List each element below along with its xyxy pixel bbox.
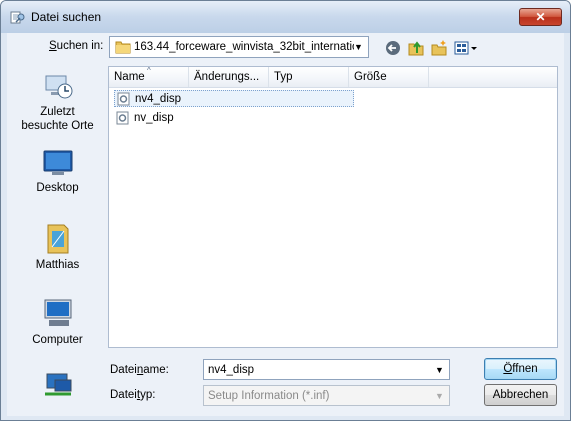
place-desktop-label: Desktop <box>36 182 79 194</box>
user-folder-icon <box>47 224 68 254</box>
place-recent-label-1: Zuletzt <box>40 106 75 118</box>
filetype-select[interactable]: Setup Information (*.inf) ▼ <box>203 385 450 406</box>
file-name: nv4_disp <box>135 93 182 105</box>
look-in-value: 163.44_forceware_winvista_32bit_internat… <box>134 41 354 53</box>
filename-field[interactable]: nv4_disp ▼ <box>203 359 450 380</box>
recent-places-icon <box>45 75 72 99</box>
file-open-dialog: Datei suchen ✕ Suchen in: 163.44_forcewa… <box>0 0 571 421</box>
chevron-down-icon[interactable]: ▼ <box>433 362 446 378</box>
column-modified[interactable]: Änderungs... <box>189 67 269 87</box>
places-bar: Zuletzt besuchte Orte Desktop Matthias C… <box>7 66 108 416</box>
cancel-button[interactable]: Abbrechen <box>484 384 557 406</box>
place-computer-label: Computer <box>32 334 83 346</box>
open-button[interactable]: Öffnen <box>484 358 557 380</box>
network-icon <box>44 373 71 396</box>
close-button[interactable]: ✕ <box>519 8 562 26</box>
back-arrow-icon[interactable] <box>384 39 402 57</box>
chevron-down-icon[interactable]: ▼ <box>352 39 365 55</box>
file-list[interactable]: ^ Name Änderungs... Typ Größe nv4_disp n… <box>108 66 558 348</box>
column-header: ^ Name Änderungs... Typ Größe <box>109 67 557 88</box>
place-user-label: Matthias <box>35 259 80 271</box>
chevron-down-icon[interactable]: ▼ <box>433 388 446 404</box>
title-bar[interactable]: Datei suchen ✕ <box>1 1 570 33</box>
setup-file-icon <box>117 92 130 106</box>
place-desktop[interactable]: Desktop <box>7 148 108 195</box>
computer-icon <box>44 299 71 326</box>
filetype-label: Dateityp: <box>110 389 156 401</box>
look-in-combo[interactable]: 163.44_forceware_winvista_32bit_internat… <box>109 36 369 58</box>
place-network[interactable] <box>7 370 108 405</box>
look-in-label: Suchen in: <box>49 40 104 52</box>
folder-icon <box>115 41 131 54</box>
window-title: Datei suchen <box>31 10 102 24</box>
list-item[interactable]: nv_disp <box>114 110 354 127</box>
column-name[interactable]: ^ Name <box>109 67 189 87</box>
dialog-app-icon <box>10 11 25 24</box>
new-folder-icon[interactable] <box>430 39 448 57</box>
place-computer[interactable]: Computer <box>7 296 108 347</box>
setup-file-icon <box>116 111 129 125</box>
desktop-icon <box>43 150 72 175</box>
sort-ascending-icon: ^ <box>147 67 151 75</box>
up-folder-icon[interactable] <box>407 39 425 57</box>
filename-value: nv4_disp <box>208 364 255 376</box>
views-menu-icon[interactable] <box>453 39 479 57</box>
filetype-value: Setup Information (*.inf) <box>208 390 330 402</box>
place-recent[interactable]: Zuletzt besuchte Orte <box>7 70 108 133</box>
list-item[interactable]: nv4_disp <box>114 90 354 107</box>
place-user[interactable]: Matthias <box>7 221 108 272</box>
column-type[interactable]: Typ <box>269 67 349 87</box>
place-recent-label-2: besuchte Orte <box>21 120 94 132</box>
filename-label: Dateiname: <box>110 364 169 376</box>
column-size[interactable]: Größe <box>349 67 429 87</box>
dialog-body: Suchen in: 163.44_forceware_winvista_32b… <box>7 33 564 416</box>
file-name: nv_disp <box>134 112 174 124</box>
